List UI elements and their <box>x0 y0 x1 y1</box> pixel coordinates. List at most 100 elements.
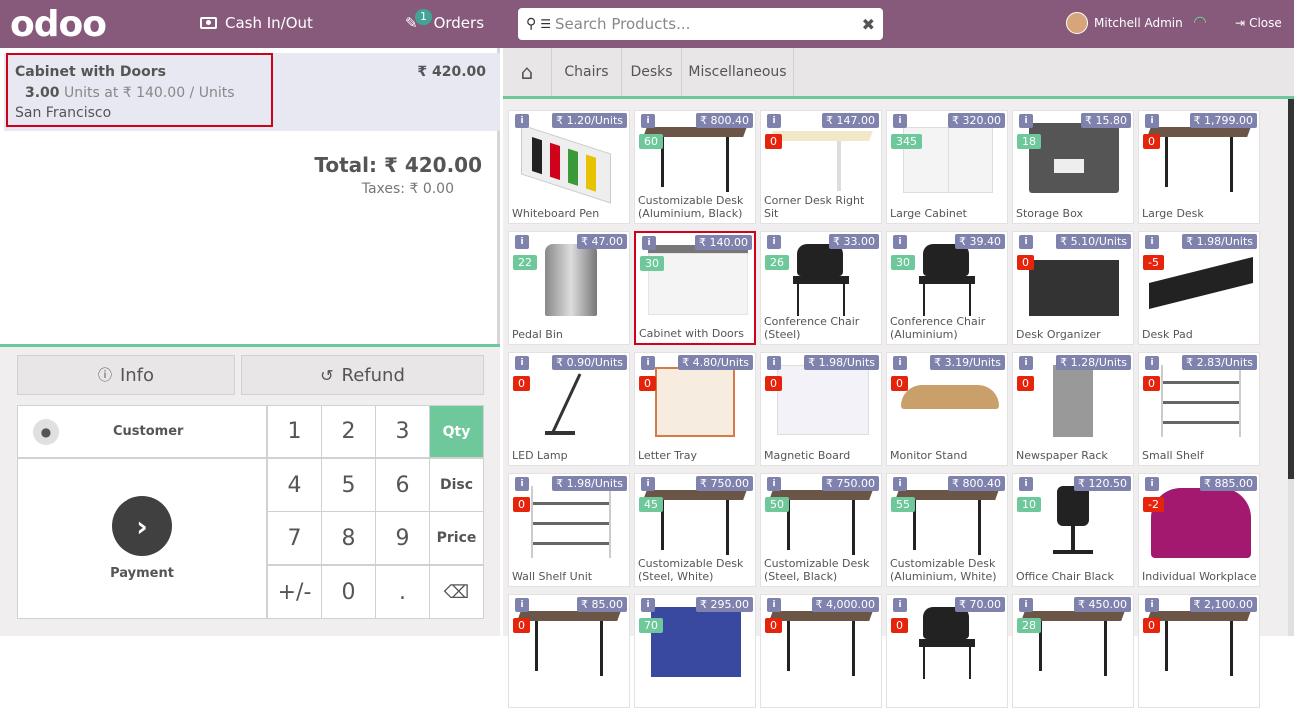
product-card[interactable]: i ₹ 295.00 70 <box>634 594 756 708</box>
product-card[interactable]: i ₹ 750.00 50 Customizable Desk (Steel, Bla… <box>760 473 882 587</box>
info-icon[interactable]: i <box>515 477 529 491</box>
product-card[interactable]: i ₹ 1.28/Units 0 Newspaper Rack <box>1012 352 1134 466</box>
info-icon[interactable]: i <box>515 114 529 128</box>
product-card[interactable]: i ₹ 3.19/Units 0 Monitor Stand <box>886 352 1008 466</box>
info-icon[interactable]: i <box>641 114 655 128</box>
product-card[interactable]: i ₹ 800.40 60 Customizable Desk (Aluminium,… <box>634 110 756 224</box>
backspace-button[interactable]: ⌫ <box>429 565 484 619</box>
info-icon[interactable]: i <box>1019 114 1033 128</box>
info-icon[interactable]: i <box>893 598 907 612</box>
product-stock-badge: 0 <box>765 376 782 391</box>
info-icon[interactable]: i <box>515 598 529 612</box>
info-icon[interactable]: i <box>767 235 781 249</box>
product-card[interactable]: i ₹ 1.20/Units Whiteboard Pen <box>508 110 630 224</box>
info-icon[interactable]: i <box>641 477 655 491</box>
product-card[interactable]: i ₹ 5.10/Units 0 Desk Organizer <box>1012 231 1134 345</box>
product-stock-badge: 0 <box>891 376 908 391</box>
numpad-key-0[interactable]: 0 <box>321 565 376 619</box>
product-card[interactable]: i ₹ 33.00 26 Conference Chair (Steel) <box>760 231 882 345</box>
mode-price-button[interactable]: Price <box>429 511 484 565</box>
info-icon[interactable]: i <box>767 114 781 128</box>
user-menu[interactable]: Mitchell Admin <box>1066 12 1183 34</box>
product-card[interactable]: i ₹ 120.50 10 Office Chair Black <box>1012 473 1134 587</box>
product-card[interactable]: i ₹ 1.98/Units -5 Desk Pad <box>1138 231 1260 345</box>
info-icon[interactable]: i <box>893 114 907 128</box>
info-icon[interactable]: i <box>1019 356 1033 370</box>
info-icon[interactable]: i <box>1145 114 1159 128</box>
product-card[interactable]: i ₹ 750.00 45 Customizable Desk (Steel, Whi… <box>634 473 756 587</box>
info-icon[interactable]: i <box>642 236 656 250</box>
info-icon[interactable]: i <box>1019 598 1033 612</box>
close-button[interactable]: ⇥ Close <box>1235 16 1282 30</box>
product-image <box>1019 119 1127 197</box>
info-icon[interactable]: i <box>893 477 907 491</box>
info-button[interactable]: ⓘ Info <box>17 355 235 395</box>
info-icon[interactable]: i <box>1145 235 1159 249</box>
product-card[interactable]: i ₹ 85.00 0 <box>508 594 630 708</box>
orders-button[interactable]: ✎ 1 Orders <box>405 9 484 32</box>
product-card[interactable]: i ₹ 140.00 30 Cabinet with Doors <box>634 231 756 345</box>
info-icon[interactable]: i <box>893 235 907 249</box>
numpad-key-plus-minus[interactable]: +/- <box>267 565 322 619</box>
clear-search-icon[interactable]: ✖ <box>862 15 875 34</box>
product-card[interactable]: i ₹ 885.00 -2 Individual Workplace <box>1138 473 1260 587</box>
product-card[interactable]: i ₹ 147.00 0 Corner Desk Right Sit <box>760 110 882 224</box>
info-icon[interactable]: i <box>1019 235 1033 249</box>
home-category-button[interactable]: ⌂ <box>503 48 552 96</box>
numpad-key-7[interactable]: 7 <box>267 511 322 565</box>
product-card[interactable]: i ₹ 4.80/Units 0 Letter Tray <box>634 352 756 466</box>
product-card[interactable]: i ₹ 39.40 30 Conference Chair (Aluminium) <box>886 231 1008 345</box>
mode-disc-button[interactable]: Disc <box>429 458 484 512</box>
product-image <box>767 240 875 318</box>
info-icon[interactable]: i <box>641 356 655 370</box>
product-image <box>515 240 623 318</box>
product-card[interactable]: i ₹ 2,100.00 0 <box>1138 594 1260 708</box>
info-icon[interactable]: i <box>893 356 907 370</box>
order-line[interactable]: Cabinet with Doors ₹ 420.00 3.00 Units a… <box>4 53 500 131</box>
category-chairs[interactable]: Chairs <box>552 48 622 96</box>
info-icon[interactable]: i <box>767 477 781 491</box>
info-icon[interactable]: i <box>767 356 781 370</box>
payment-button[interactable]: › Payment <box>17 458 267 619</box>
numpad-key-4[interactable]: 4 <box>267 458 322 512</box>
cash-in-out-button[interactable]: Cash In/Out <box>200 14 313 32</box>
category-desks[interactable]: Desks <box>622 48 682 96</box>
numpad-key-9[interactable]: 9 <box>375 511 430 565</box>
customer-button[interactable]: ● Customer <box>17 405 267 458</box>
numpad-key-5[interactable]: 5 <box>321 458 376 512</box>
mode-qty-button[interactable]: Qty <box>429 405 484 458</box>
product-card[interactable]: i ₹ 450.00 28 <box>1012 594 1134 708</box>
numpad-key-1[interactable]: 1 <box>267 405 322 458</box>
numpad-key-6[interactable]: 6 <box>375 458 430 512</box>
product-card[interactable]: i ₹ 47.00 22 Pedal Bin <box>508 231 630 345</box>
info-icon[interactable]: i <box>515 356 529 370</box>
product-card[interactable]: i ₹ 1.98/Units 0 Wall Shelf Unit <box>508 473 630 587</box>
category-miscellaneous[interactable]: Miscellaneous <box>682 48 794 96</box>
scrollbar-thumb[interactable] <box>1288 99 1294 479</box>
product-card[interactable]: i ₹ 1.98/Units 0 Magnetic Board <box>760 352 882 466</box>
product-card[interactable]: i ₹ 2.83/Units 0 Small Shelf <box>1138 352 1260 466</box>
product-search[interactable]: ⚲ ☰ Search Products... ✖ <box>518 8 883 40</box>
info-icon[interactable]: i <box>1145 356 1159 370</box>
numpad-key-8[interactable]: 8 <box>321 511 376 565</box>
search-input[interactable]: Search Products... <box>555 15 690 33</box>
product-card[interactable]: i ₹ 70.00 0 <box>886 594 1008 708</box>
product-price: ₹ 800.40 <box>696 113 753 128</box>
product-card[interactable]: i ₹ 800.40 55 Customizable Desk (Aluminium,… <box>886 473 1008 587</box>
refund-button[interactable]: ↺ Refund <box>241 355 484 395</box>
info-icon[interactable]: i <box>1145 477 1159 491</box>
product-card[interactable]: i ₹ 4,000.00 0 <box>760 594 882 708</box>
numpad-key-2[interactable]: 2 <box>321 405 376 458</box>
order-line-qty-value: 3.00 <box>25 85 60 101</box>
numpad-key-dot[interactable]: . <box>375 565 430 619</box>
product-card[interactable]: i ₹ 0.90/Units 0 LED Lamp <box>508 352 630 466</box>
product-card[interactable]: i ₹ 1,799.00 0 Large Desk <box>1138 110 1260 224</box>
info-icon[interactable]: i <box>767 598 781 612</box>
product-card[interactable]: i ₹ 320.00 345 Large Cabinet <box>886 110 1008 224</box>
info-icon[interactable]: i <box>1019 477 1033 491</box>
info-icon[interactable]: i <box>1145 598 1159 612</box>
info-icon[interactable]: i <box>641 598 655 612</box>
numpad-key-3[interactable]: 3 <box>375 405 430 458</box>
info-icon[interactable]: i <box>515 235 529 249</box>
product-card[interactable]: i ₹ 15.80 18 Storage Box <box>1012 110 1134 224</box>
